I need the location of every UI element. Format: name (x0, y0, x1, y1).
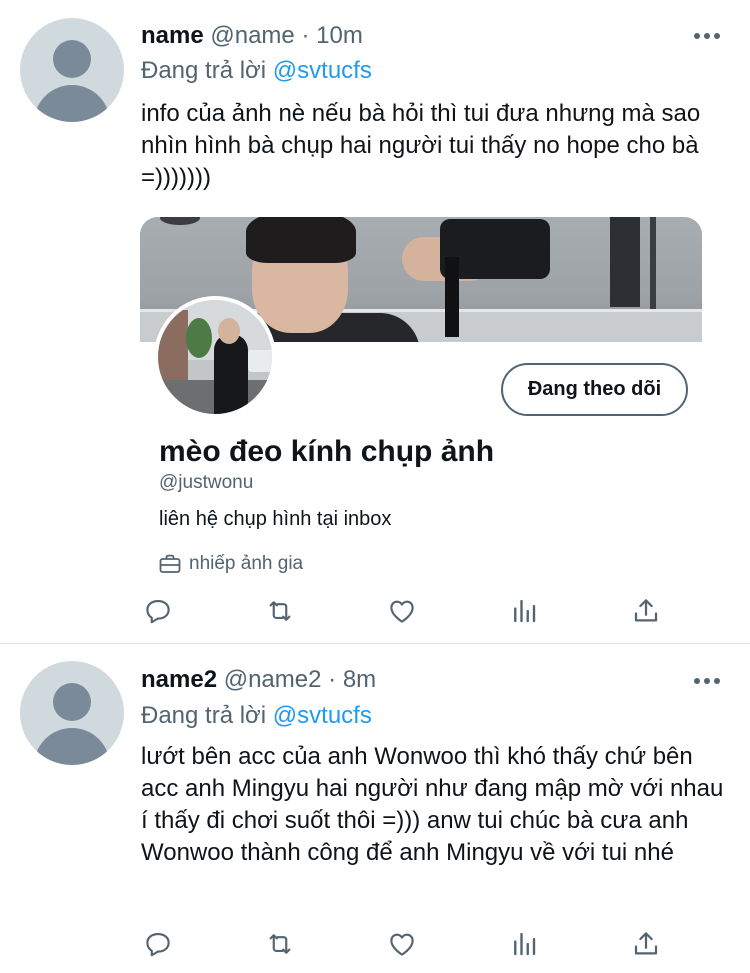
separator: · (301, 22, 310, 49)
replying-to: Đang trả lời @svtucfs (141, 56, 372, 86)
tweet[interactable]: name2 @name2 · 8m Đang trả lời @svtucfs … (0, 643, 750, 973)
replying-to: Đang trả lời @svtucfs (141, 701, 372, 731)
profile-profession: nhiếp ảnh gia (159, 552, 303, 576)
separator: · (328, 666, 337, 693)
like-heart-icon[interactable] (385, 594, 419, 628)
tweet[interactable]: name @name · 10m Đang trả lời @svtucfs i… (0, 0, 750, 643)
profile-avatar[interactable] (154, 296, 276, 418)
avatar[interactable] (20, 661, 124, 765)
following-button[interactable]: Đang theo dõi (501, 363, 688, 416)
tweet-actions (141, 927, 671, 961)
reply-mention-link[interactable]: @svtucfs (273, 57, 372, 84)
reply-prefix: Đang trả lời (141, 702, 267, 729)
user-handle[interactable]: @name2 (224, 666, 322, 693)
username[interactable]: name (141, 22, 204, 49)
profile-bio: liên hệ chụp hình tại inbox (159, 508, 392, 530)
more-dots-icon[interactable] (694, 32, 720, 40)
profession-label: nhiếp ảnh gia (189, 553, 304, 574)
retweet-icon[interactable] (263, 927, 297, 961)
avatar[interactable] (20, 18, 124, 122)
reply-mention-link[interactable]: @svtucfs (273, 702, 372, 729)
analytics-icon[interactable] (507, 927, 541, 961)
share-icon[interactable] (629, 594, 663, 628)
reply-icon[interactable] (141, 594, 175, 628)
tweet-text: info của ảnh nè nếu bà hỏi thì tui đưa n… (141, 100, 701, 191)
analytics-icon[interactable] (507, 594, 541, 628)
tweet-actions (141, 594, 671, 628)
username[interactable]: name2 (141, 666, 217, 693)
like-heart-icon[interactable] (385, 927, 419, 961)
tweet-header: name @name · 10m (141, 21, 363, 51)
reply-prefix: Đang trả lời (141, 57, 267, 84)
profile-card[interactable]: Đang theo dõi mèo đeo kính chụp ảnh @jus… (140, 217, 702, 582)
briefcase-icon (159, 554, 181, 573)
profile-handle[interactable]: @justwonu (159, 471, 253, 495)
retweet-icon[interactable] (263, 594, 297, 628)
more-dots-icon[interactable] (694, 677, 720, 685)
share-icon[interactable] (629, 927, 663, 961)
reply-icon[interactable] (141, 927, 175, 961)
timestamp[interactable]: 10m (316, 22, 363, 49)
user-handle[interactable]: @name (210, 22, 294, 49)
tweet-header: name2 @name2 · 8m (141, 665, 376, 695)
timestamp[interactable]: 8m (343, 666, 376, 693)
tweet-text: lướt bên acc của anh Wonwoo thì khó thấy… (141, 743, 724, 866)
profile-display-name[interactable]: mèo đeo kính chụp ảnh (159, 434, 494, 470)
